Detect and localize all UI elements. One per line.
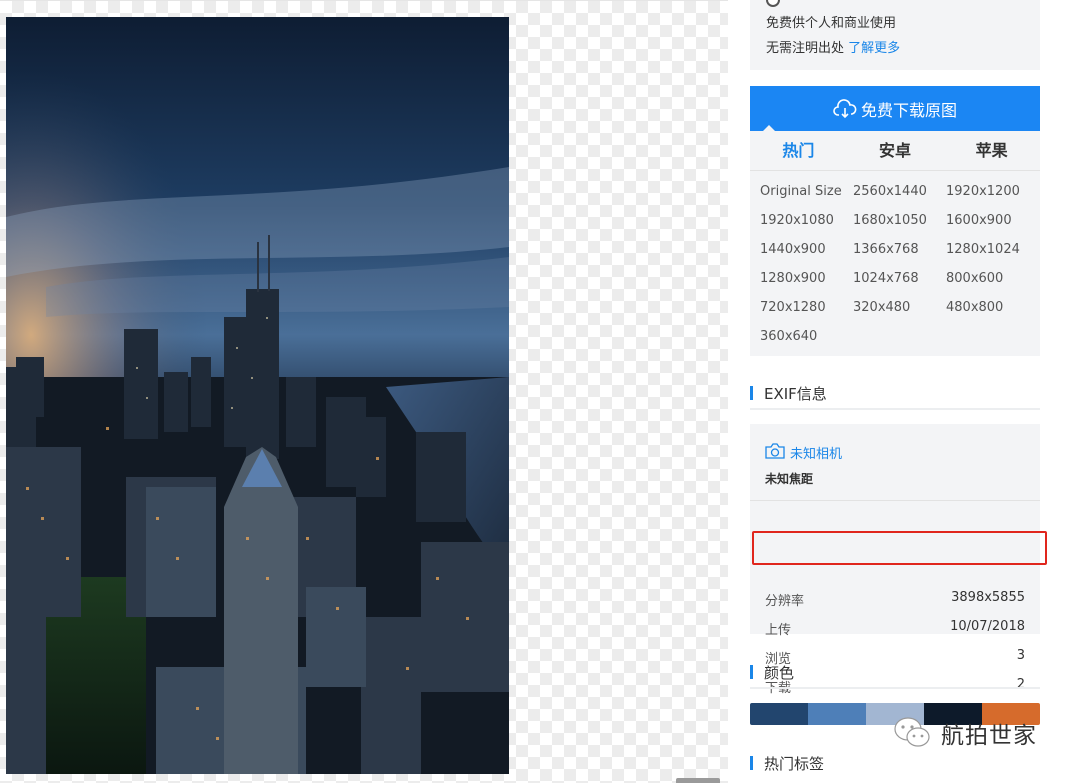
resolution-option[interactable]: 480x800 — [946, 293, 1039, 322]
upload-row-highlight — [752, 531, 1047, 565]
watermark-text: 航拍世家 — [941, 723, 1037, 749]
resolution-option[interactable]: 1920x1080 — [760, 206, 853, 235]
resolution-option[interactable]: 360x640 — [760, 322, 853, 351]
resolution-option[interactable]: 320x480 — [853, 293, 946, 322]
tab-popular[interactable]: 热门 — [750, 131, 847, 170]
tab-apple[interactable]: 苹果 — [943, 131, 1040, 170]
wechat-icon — [894, 717, 930, 747]
attribution-label: 无需注明出处 — [766, 41, 845, 56]
license-text: 免费供个人和商业使用 — [766, 16, 897, 31]
color-swatch[interactable] — [808, 703, 866, 725]
camera-info: 未知相机 未知焦距 — [750, 424, 1040, 501]
resolution-option[interactable]: 800x600 — [946, 264, 1039, 293]
exif-row-resolution: 分辨率 3898x5855 — [750, 584, 1040, 613]
wallpaper-photo[interactable] — [6, 17, 509, 774]
section-accent-bar — [750, 665, 753, 679]
learn-more-link[interactable]: 了解更多 — [848, 41, 900, 56]
license-info: 免费供个人和商业使用 无需注明出处 了解更多 — [750, 0, 1040, 70]
color-section-title: 颜色 — [764, 664, 795, 682]
page: 免费供个人和商业使用 无需注明出处 了解更多 免费下载原图 热门 安卓 苹果 O… — [0, 0, 1080, 783]
resolution-option[interactable]: Original Size — [760, 177, 853, 206]
watermark: 航拍世家 — [893, 716, 1037, 750]
image-preview-area — [0, 0, 728, 783]
horizontal-scrollbar-thumb[interactable] — [676, 778, 720, 783]
camera-icon — [765, 443, 785, 459]
attribution-text: 无需注明出处 了解更多 — [766, 37, 900, 56]
tags-section-header: 热门标签 — [750, 750, 1040, 780]
tags-section-title: 热门标签 — [764, 755, 825, 773]
exif-value: 3898x5855 — [951, 590, 1025, 605]
resolution-option[interactable]: 1024x768 — [853, 264, 946, 293]
download-label: 免费下载原图 — [860, 100, 957, 120]
resolution-list: Original Size 2560x1440 1920x1200 1920x1… — [750, 171, 1040, 351]
resolution-option[interactable]: 1680x1050 — [853, 206, 946, 235]
exif-row-upload: 上传 10/07/2018 — [750, 613, 1040, 642]
exif-section-header: EXIF信息 — [750, 380, 1040, 410]
section-accent-bar — [750, 756, 753, 770]
focal-length: 未知焦距 — [765, 472, 814, 486]
resolution-option[interactable]: 720x1280 — [760, 293, 853, 322]
resolution-option[interactable]: 1366x768 — [853, 235, 946, 264]
resolution-option[interactable]: 2560x1440 — [853, 177, 946, 206]
color-swatch[interactable] — [750, 703, 808, 725]
tab-android[interactable]: 安卓 — [847, 131, 944, 170]
resolution-option[interactable]: 1280x1024 — [946, 235, 1039, 264]
exif-section-title: EXIF信息 — [764, 385, 827, 403]
resolution-option[interactable]: 1440x900 — [760, 235, 853, 264]
resolution-panel: 热门 安卓 苹果 Original Size 2560x1440 1920x12… — [750, 131, 1040, 356]
exif-panel: 未知相机 未知焦距 分辨率 3898x5855 上传 10/07/2018 浏览… — [750, 424, 1040, 696]
resolution-option[interactable]: 1280x900 — [760, 264, 853, 293]
exif-key: 上传 — [765, 623, 792, 638]
download-original-button[interactable]: 免费下载原图 — [750, 86, 1040, 132]
license-icon — [766, 0, 780, 7]
camera-name: 未知相机 — [790, 447, 843, 462]
section-accent-bar — [750, 386, 753, 400]
color-section-header: 颜色 — [750, 659, 1040, 689]
exif-value: 10/07/2018 — [950, 619, 1025, 634]
resolution-option[interactable]: 1600x900 — [946, 206, 1039, 235]
exif-key: 分辨率 — [765, 594, 805, 609]
sidebar: 免费供个人和商业使用 无需注明出处 了解更多 免费下载原图 热门 安卓 苹果 O… — [750, 0, 1040, 783]
resolution-tabs: 热门 安卓 苹果 — [750, 131, 1040, 171]
cloud-download-icon — [833, 98, 857, 118]
resolution-option[interactable]: 1920x1200 — [946, 177, 1039, 206]
